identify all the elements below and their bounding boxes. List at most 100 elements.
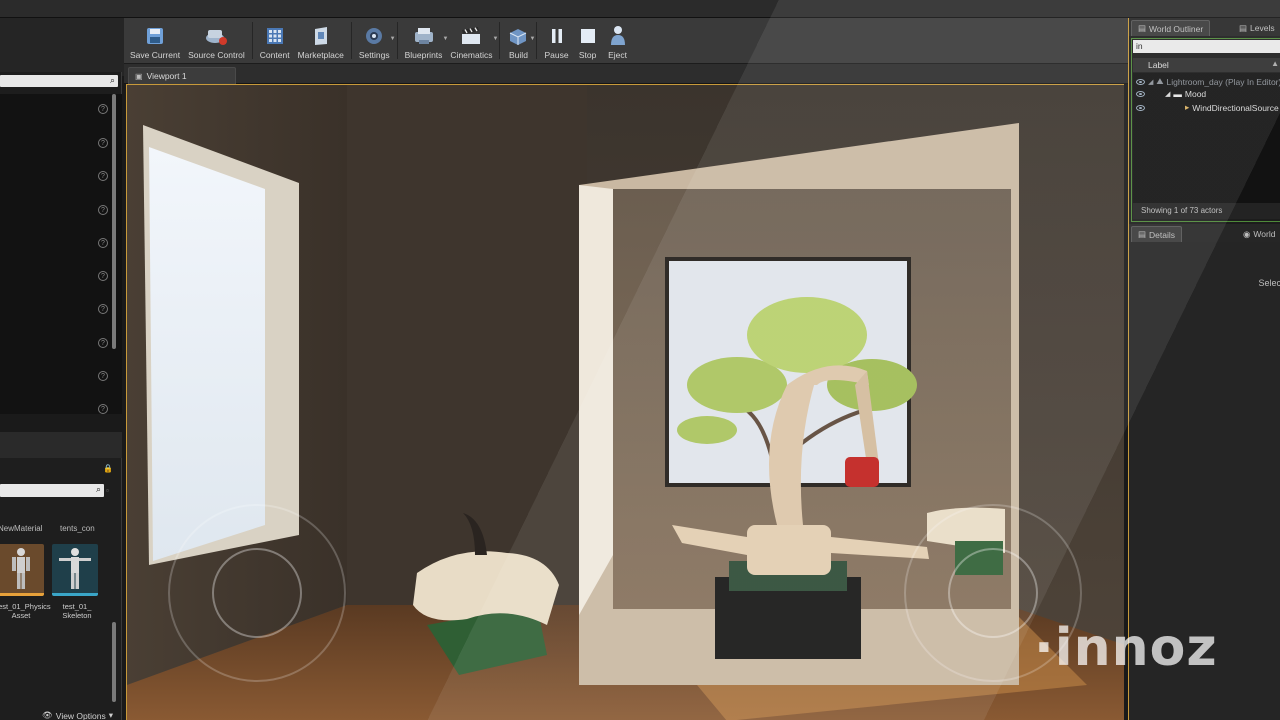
content-browser-scrollbar[interactable] <box>112 622 116 702</box>
window-top-strip <box>0 0 1280 18</box>
blueprints-icon <box>413 25 435 47</box>
left-panel-scrollbar[interactable] <box>112 94 116 349</box>
viewport-tab-label: Viewport 1 <box>146 71 187 81</box>
view-options-button[interactable]: 👁 View Options ▾ <box>42 710 113 720</box>
eject-icon <box>607 25 629 47</box>
chevron-down-icon[interactable]: ▼ <box>530 36 536 42</box>
blueprints-label: Blueprints <box>404 50 443 60</box>
build-icon <box>507 25 529 47</box>
wind-source-icon: ▸ <box>1185 102 1190 112</box>
cinematics-label: Cinematics <box>450 50 493 60</box>
help-icon[interactable]: ? <box>98 304 108 314</box>
tab-world-outliner[interactable]: ▤ World Outliner <box>1131 20 1211 36</box>
outliner-row[interactable]: ◢ ⛰ Lightroom_day (Play In Editor) <box>1136 76 1280 87</box>
left-search-input[interactable]: ⌕ <box>0 75 118 87</box>
expand-arrow-icon[interactable]: ◢ <box>1165 90 1170 98</box>
source-control-icon <box>205 25 228 47</box>
tab-details[interactable]: ▤ Details <box>1131 226 1183 242</box>
level-viewport[interactable] <box>126 84 1124 720</box>
eye-icon: 👁 <box>42 710 53 720</box>
levels-icon: ▤ <box>1239 22 1248 33</box>
settings-icon <box>363 25 385 47</box>
world-settings-icon: ◉ <box>1243 228 1251 239</box>
chevron-down-icon[interactable]: ▼ <box>493 36 499 42</box>
settings-button[interactable]: Settings ▼ <box>355 18 396 64</box>
outliner-row-label: WindDirectionalSource <box>1192 102 1279 113</box>
search-icon: ⌕ <box>109 75 115 85</box>
right-panels: ▤ World Outliner ▤ Levels in Label ▲ ◢ ⛰… <box>1128 18 1280 720</box>
pause-button[interactable]: Pause <box>540 18 572 64</box>
source-control-button[interactable]: Source Control <box>184 18 249 64</box>
cinematics-button[interactable]: Cinematics ▼ <box>446 18 499 64</box>
main-toolbar: Save Current Source Control Content Mark… <box>124 18 1128 64</box>
toolbar-separator <box>350 22 352 59</box>
details-empty-message: Selec <box>1258 278 1280 288</box>
asset-caption-line: test_01_Physics <box>0 602 51 611</box>
visibility-eye-icon[interactable] <box>1136 104 1145 111</box>
help-icon[interactable]: ? <box>98 104 108 114</box>
outliner-row[interactable]: ◢ ▬ Mood <box>1136 89 1206 99</box>
help-icon[interactable]: ? <box>98 138 108 148</box>
build-label: Build <box>509 50 528 60</box>
toolbar-separator <box>536 22 538 59</box>
help-icon[interactable]: ? <box>98 338 108 348</box>
help-icon[interactable]: ? <box>98 404 108 414</box>
pause-label: Pause <box>544 50 569 60</box>
skeleton-asset-thumbnail[interactable] <box>52 544 98 596</box>
build-button[interactable]: Build ▼ <box>503 18 536 64</box>
left-modes-panel: ⌕ ? ? ? ? ? ? ? ? ? ? <box>0 72 122 414</box>
marketplace-button[interactable]: Marketplace <box>294 18 348 64</box>
lock-icon[interactable]: 🔒 <box>103 464 113 473</box>
details-tab-row: ▤ Details ◉ World <box>1129 224 1280 242</box>
stop-label: Stop <box>578 50 597 60</box>
outliner-tree: ◢ ⛰ Lightroom_day (Play In Editor) ◢ ▬ M… <box>1133 73 1280 203</box>
settings-label: Settings <box>358 50 390 60</box>
tab-world-settings[interactable]: ◉ World <box>1237 226 1280 242</box>
outliner-column-header[interactable]: Label ▲ <box>1133 58 1280 72</box>
tab-levels[interactable]: ▤ Levels <box>1233 20 1280 36</box>
physics-asset-thumbnail[interactable] <box>0 544 44 596</box>
asset-caption: test_01_Physics Asset <box>0 602 51 620</box>
filter-icon[interactable]: ▫ <box>106 486 109 495</box>
visibility-eye-icon[interactable] <box>1136 91 1145 97</box>
doorway-side <box>579 185 613 615</box>
viewport-icon: ▣ <box>135 71 143 81</box>
help-icon[interactable]: ? <box>98 371 108 381</box>
asset-caption: test_01_ Skeleton <box>52 602 102 620</box>
blueprints-button[interactable]: Blueprints ▼ <box>401 18 448 64</box>
source-control-label: Source Control <box>188 50 245 60</box>
world-settings-tab-label: World <box>1253 229 1276 239</box>
asset-caption-line: Skeleton <box>62 611 92 620</box>
outliner-icon: ▤ <box>1138 23 1147 33</box>
cinematics-icon <box>460 25 482 47</box>
outliner-row-label: Mood <box>1184 89 1207 99</box>
help-icon[interactable]: ? <box>98 205 108 215</box>
outliner-search-input[interactable]: in <box>1133 40 1280 53</box>
outliner-tab-row: ▤ World Outliner ▤ Levels <box>1129 18 1280 36</box>
world-outliner-tab-label: World Outliner <box>1149 23 1204 34</box>
left-panel-list: ? ? ? ? ? ? ? ? ? ? <box>0 94 122 414</box>
pause-icon <box>546 25 568 47</box>
asset-name: NewMaterial <box>0 524 43 533</box>
save-current-button[interactable]: Save Current <box>126 18 184 64</box>
outliner-row[interactable]: ▸ WindDirectionalSource <box>1136 102 1279 113</box>
asset-search-input[interactable]: ⌕ <box>0 484 104 497</box>
save-icon <box>144 25 166 47</box>
content-label: Content <box>259 50 290 60</box>
sort-arrow-icon: ▲ <box>1271 59 1279 68</box>
content-button[interactable]: Content <box>256 18 294 64</box>
eject-label: Eject <box>608 50 628 60</box>
stop-button[interactable]: Stop <box>573 18 603 64</box>
expand-arrow-icon[interactable]: ◢ <box>1148 78 1153 86</box>
levels-tab-label: Levels <box>1250 23 1275 33</box>
asset-caption-line: test_01_ <box>62 602 92 611</box>
eject-button[interactable]: Eject <box>603 18 633 64</box>
content-icon <box>264 25 286 47</box>
visibility-eye-icon[interactable] <box>1136 78 1145 85</box>
details-icon: ▤ <box>1138 229 1147 239</box>
help-icon[interactable]: ? <box>98 171 108 181</box>
help-icon[interactable]: ? <box>98 271 108 281</box>
help-icon[interactable]: ? <box>98 238 108 248</box>
chevron-down-icon[interactable]: ▼ <box>390 36 396 42</box>
tab-viewport-1[interactable]: ▣ Viewport 1 <box>128 67 236 84</box>
